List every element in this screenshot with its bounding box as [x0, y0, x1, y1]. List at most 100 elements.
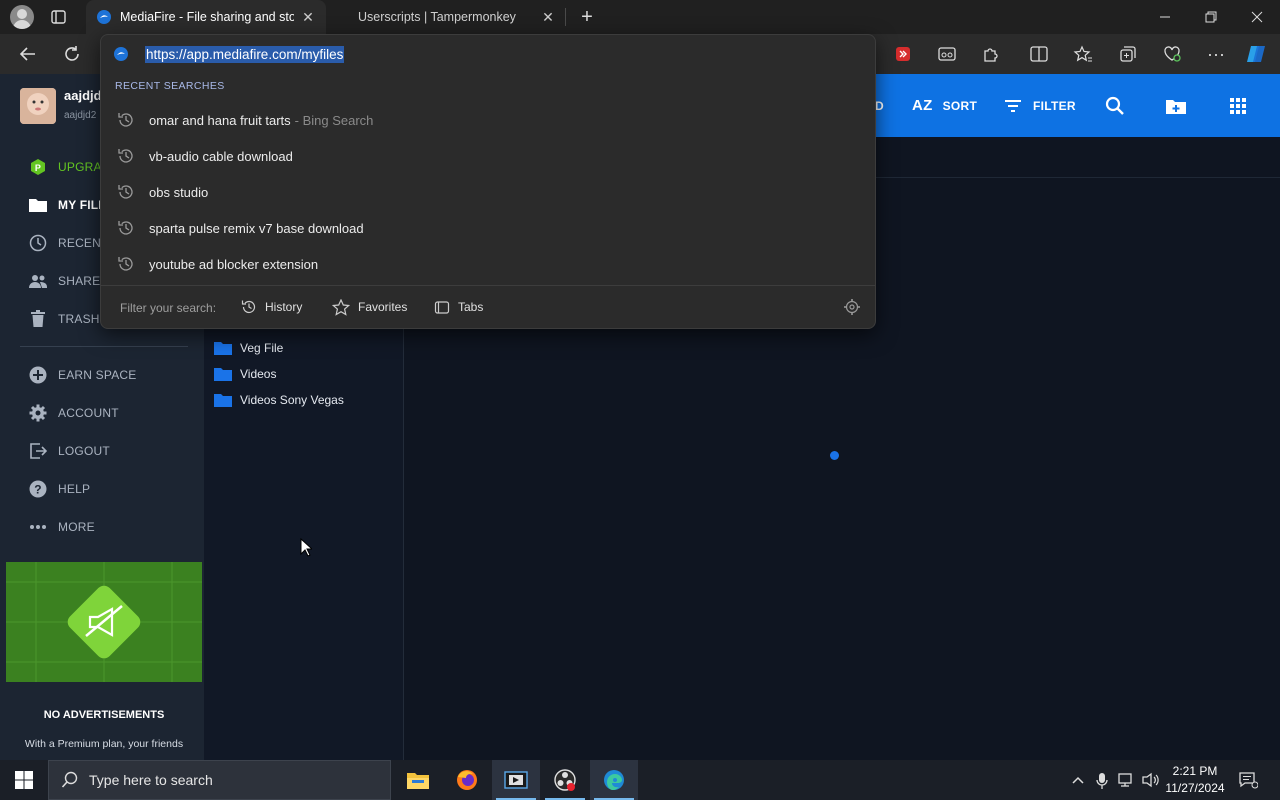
filter-favorites-button[interactable]: Favorites: [332, 295, 407, 319]
sidebar-item-my-files[interactable]: MY FILE: [28, 193, 107, 217]
new-folder-icon: [1166, 99, 1186, 114]
search-button[interactable]: [1105, 74, 1125, 137]
split-screen-icon[interactable]: [1027, 42, 1051, 66]
extensions-puzzle-icon[interactable]: [979, 42, 1003, 66]
refresh-button[interactable]: [60, 42, 84, 66]
files-toolbar: D AZ SORT FILTER: [875, 74, 1280, 137]
filter-history-button[interactable]: History: [241, 295, 302, 319]
restore-button[interactable]: [1188, 0, 1234, 34]
sidebar-item-upgrade[interactable]: P UPGRA: [28, 155, 102, 179]
user-name: aajdjd: [64, 88, 102, 103]
windows-taskbar: Type here to search 2:21 PM 11/27/2024: [0, 760, 1280, 800]
history-icon: [115, 109, 137, 131]
start-button[interactable]: [0, 760, 48, 800]
gear-icon: [28, 403, 48, 423]
file-explorer-app[interactable]: [394, 760, 442, 800]
sidebar-item-account[interactable]: ACCOUNT: [28, 401, 119, 425]
suggestion-item[interactable]: sparta pulse remix v7 base download: [115, 214, 863, 242]
help-icon: ?: [28, 479, 48, 499]
promo-title: NO ADVERTISEMENTS: [43, 709, 165, 721]
tab-mediafire[interactable]: MediaFire - File sharing and stora ✕: [86, 0, 326, 34]
address-bar-url[interactable]: https://app.mediafire.com/myfiles: [145, 45, 345, 63]
avatar[interactable]: [20, 88, 56, 124]
sort-button[interactable]: AZ SORT: [912, 74, 977, 137]
filter-label: Favorites: [358, 300, 408, 314]
suggestion-item[interactable]: obs studio: [115, 178, 863, 206]
back-button[interactable]: [16, 42, 40, 66]
star-icon: [332, 298, 350, 316]
new-folder-button[interactable]: [1165, 74, 1187, 137]
obs-studio-app[interactable]: [541, 760, 589, 800]
sidebar-item-label: LOGOUT: [58, 444, 110, 458]
recent-searches-heading: RECENT SEARCHES: [115, 80, 225, 92]
folder-icon: [214, 394, 232, 407]
collections-icon[interactable]: [1116, 42, 1140, 66]
filter-tabs-button[interactable]: Tabs: [434, 295, 483, 319]
address-bar[interactable]: https://app.mediafire.com/myfiles: [113, 41, 865, 67]
browser-essentials-icon[interactable]: [1160, 42, 1184, 66]
video-editor-icon: [504, 771, 528, 789]
promo-banner[interactable]: [6, 562, 202, 682]
sidebar-item-logout[interactable]: LOGOUT: [28, 439, 110, 463]
header-divider: [876, 177, 1280, 178]
microphone-tray-icon[interactable]: [1095, 772, 1109, 790]
immersive-reader-icon[interactable]: [935, 42, 959, 66]
suggestion-suffix: - Bing Search: [294, 112, 374, 128]
clock-date[interactable]: 11/27/2024: [1162, 781, 1228, 795]
show-hidden-icons-button[interactable]: [1070, 772, 1086, 788]
sidebar-item-earn-space[interactable]: EARN SPACE: [28, 363, 136, 387]
extension-red-icon[interactable]: [891, 42, 915, 66]
premium-badge-icon: P: [28, 157, 48, 177]
minimize-button[interactable]: [1142, 0, 1188, 34]
windows-logo-icon: [15, 771, 33, 789]
clock-time[interactable]: 2:21 PM: [1162, 764, 1228, 778]
network-tray-icon[interactable]: [1118, 772, 1136, 788]
suggestion-item[interactable]: omar and hana fruit tarts - Bing Search: [115, 106, 863, 134]
sidebar-item-trash[interactable]: TRASH: [28, 307, 100, 331]
back-arrow-icon: [19, 47, 35, 61]
video-editor-app[interactable]: [492, 760, 540, 800]
firefox-app[interactable]: [443, 760, 491, 800]
folder-item[interactable]: Videos: [214, 365, 276, 383]
suggestion-text: omar and hana fruit tarts: [149, 112, 291, 128]
sidebar-item-help[interactable]: ? HELP: [28, 477, 90, 501]
profile-avatar[interactable]: [10, 5, 34, 29]
dropdown-divider: [101, 285, 875, 286]
copilot-icon[interactable]: [1245, 42, 1269, 66]
folder-icon: [28, 195, 48, 215]
tab-tampermonkey[interactable]: Userscripts | Tampermonkey ✕: [348, 0, 566, 34]
favorites-icon[interactable]: [1071, 42, 1095, 66]
folder-name: Videos: [240, 367, 277, 381]
sidebar-item-more[interactable]: MORE: [28, 515, 95, 539]
close-window-button[interactable]: [1234, 0, 1280, 34]
suggestion-text: youtube ad blocker extension: [149, 256, 319, 272]
new-tab-button[interactable]: +: [576, 6, 598, 28]
settings-more-icon[interactable]: ···: [1204, 42, 1228, 66]
sidebar-item-shared[interactable]: SHARED: [28, 269, 109, 293]
tab-actions-button[interactable]: [50, 9, 68, 25]
suggestion-text: vb-audio cable download: [149, 148, 293, 164]
tab-actions-icon: [51, 10, 66, 24]
edge-app[interactable]: [590, 760, 638, 800]
taskbar-search-box[interactable]: Type here to search: [48, 760, 391, 800]
notifications-button[interactable]: [1238, 771, 1258, 789]
mouse-cursor-icon: [300, 538, 312, 557]
refresh-icon: [65, 46, 79, 61]
folder-item[interactable]: Veg File: [214, 339, 283, 357]
firefox-icon: [457, 770, 477, 790]
grid-view-button[interactable]: [1229, 74, 1247, 137]
volume-tray-icon[interactable]: [1142, 772, 1160, 788]
filter-icon: [1005, 99, 1021, 112]
search-settings-button[interactable]: [843, 298, 861, 316]
microphone-icon: [1096, 773, 1108, 789]
trash-icon: [28, 309, 48, 329]
tab-close-button[interactable]: ✕: [540, 9, 556, 25]
sidebar-item-recent[interactable]: RECENT: [28, 231, 109, 255]
suggestion-item[interactable]: vb-audio cable download: [115, 142, 863, 170]
folder-item[interactable]: Videos Sony Vegas: [214, 391, 344, 409]
filter-button[interactable]: FILTER: [1003, 74, 1076, 137]
tab-close-button[interactable]: ✕: [300, 9, 316, 25]
profile-icon: [13, 9, 31, 29]
suggestion-item[interactable]: youtube ad blocker extension: [115, 250, 863, 278]
history-icon: [241, 300, 256, 314]
